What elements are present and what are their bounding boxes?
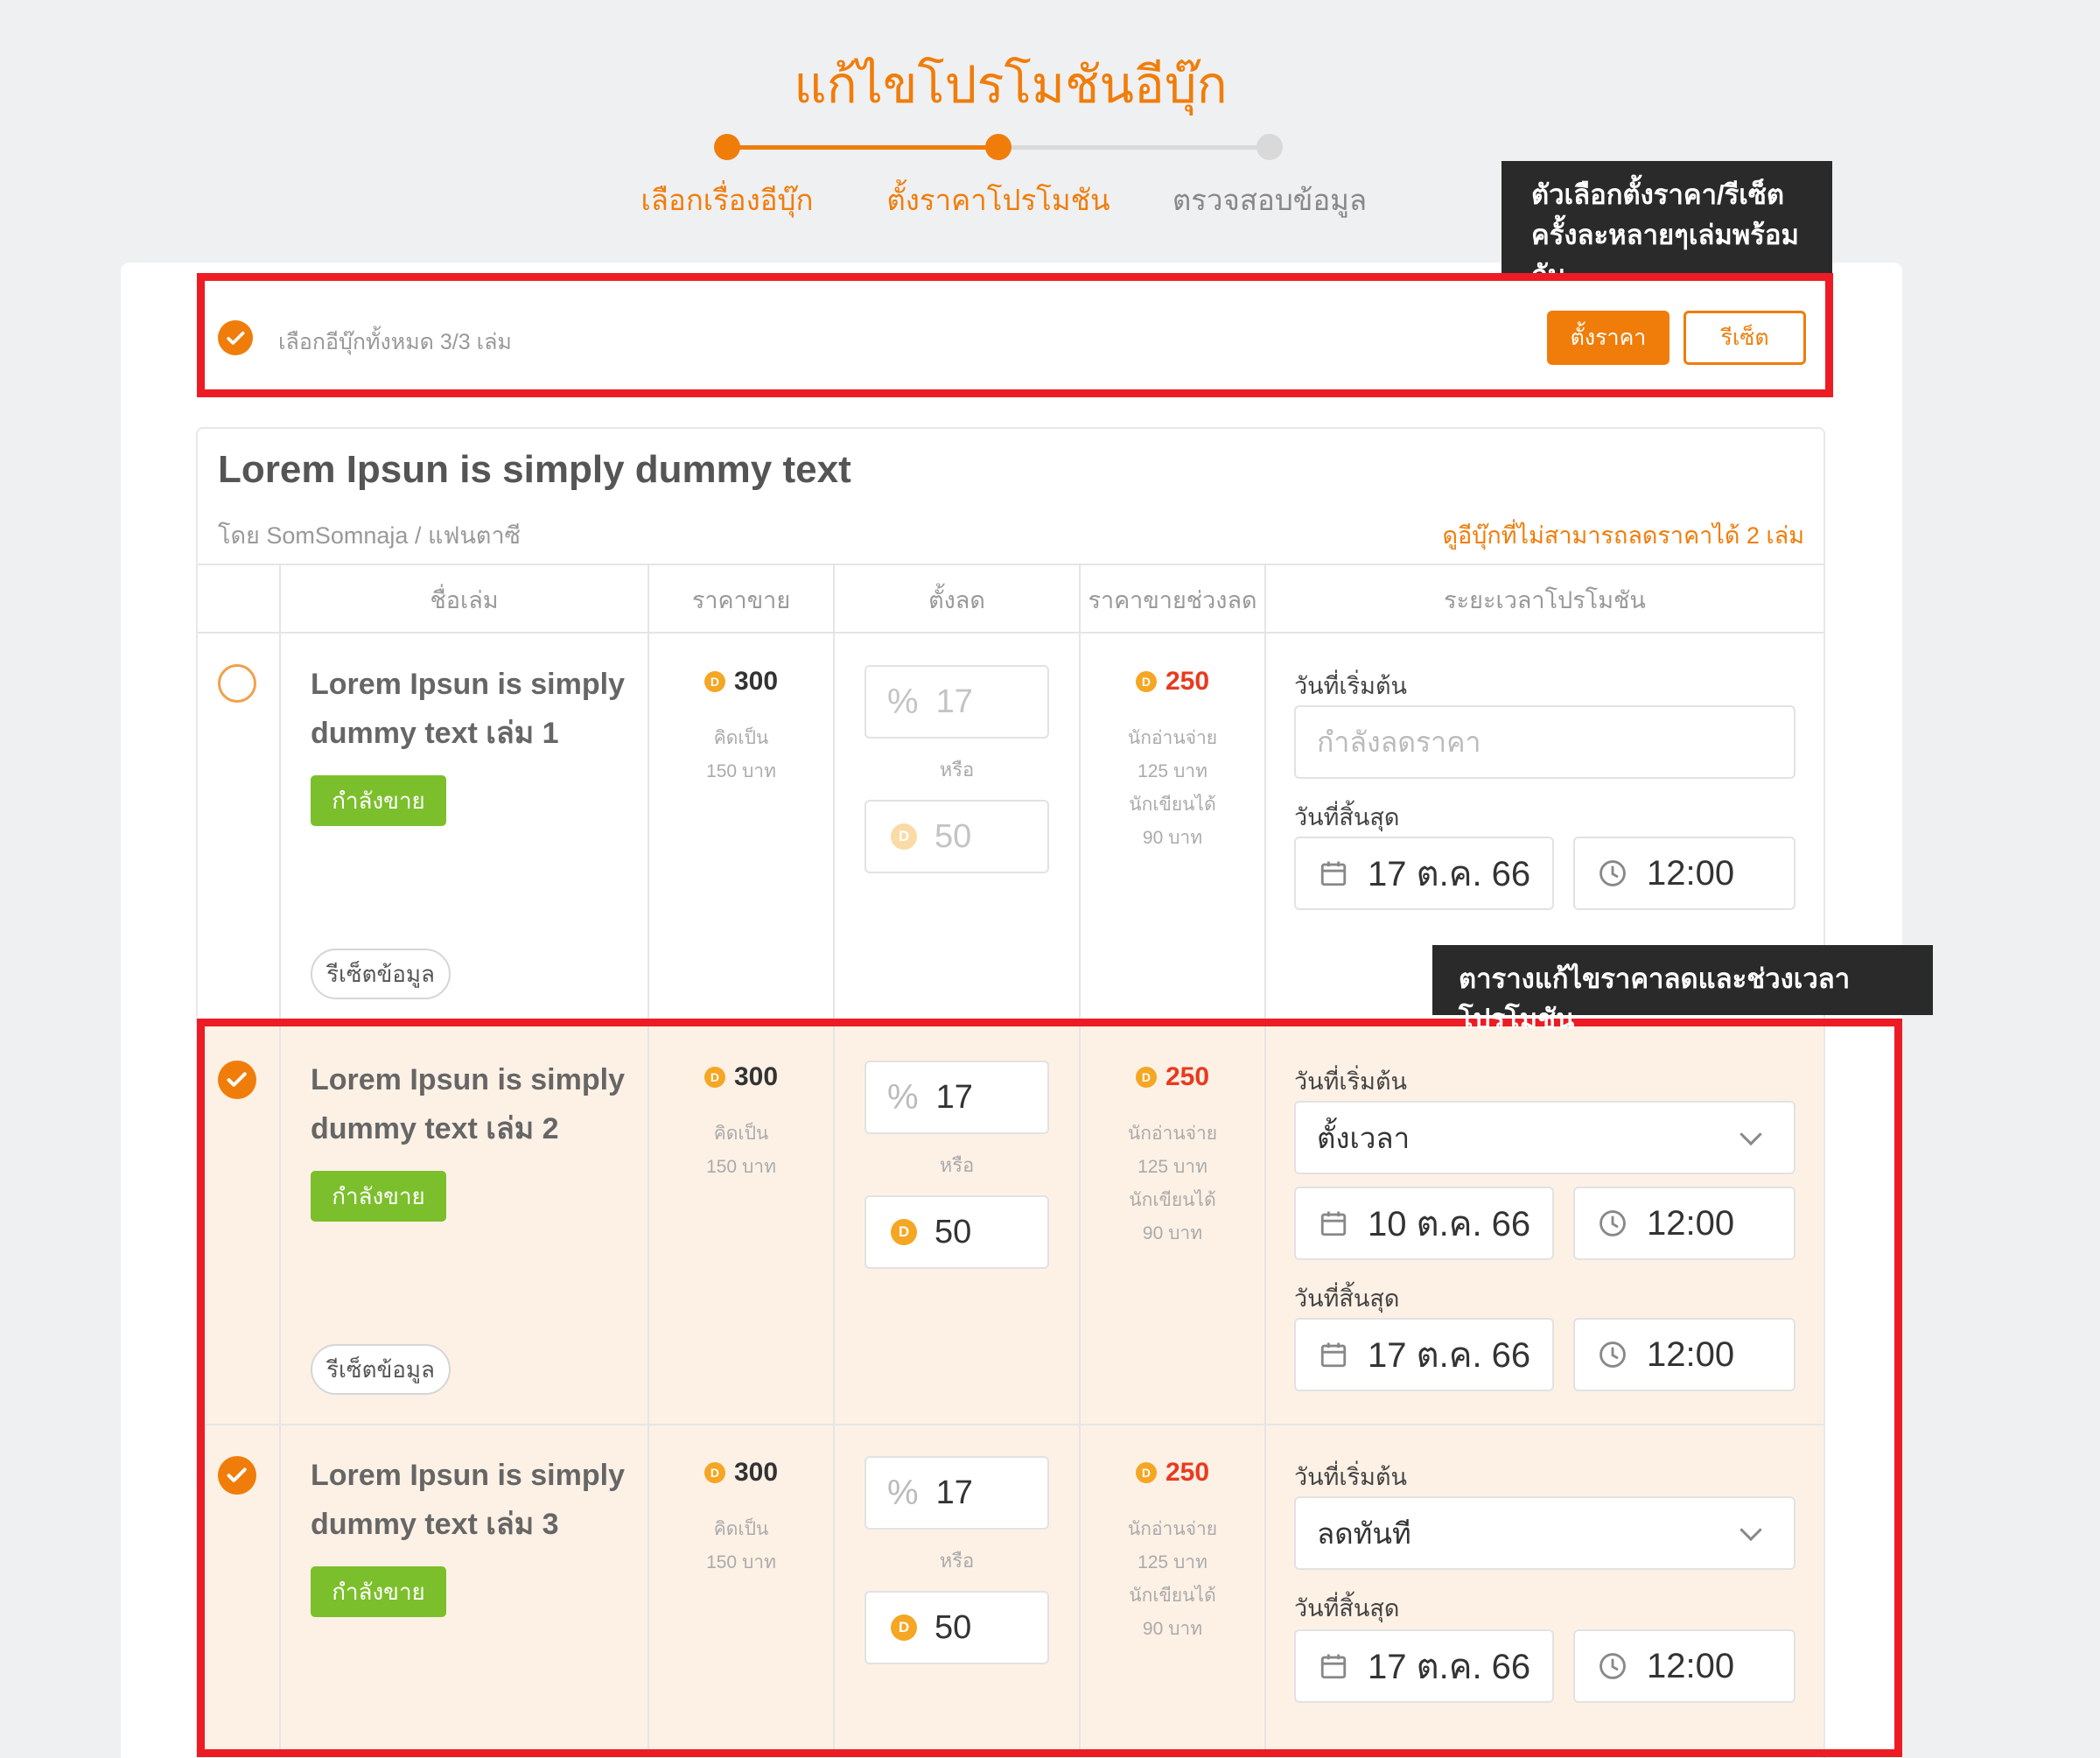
bulk-options-annotation: ตัวเลือกตั้งราคา/รีเซ็ต ครั้งละหลายๆเล่ม… [1502,161,1832,291]
row-1-price: D 300 [649,667,833,697]
row-1-sale-price: D 250 [1081,667,1264,697]
row-1-checkbox[interactable] [218,664,256,703]
row-1-start-status: กำลังลดราคา [1317,725,1481,758]
row-1-writer-baht: 90 บาท [1142,828,1203,848]
row-1-equiv-baht: 150 บาท [706,761,776,781]
row-1-discount-coin-value: 50 [934,817,972,855]
step-label-2[interactable]: ตั้งราคาโปรโมชัน [850,177,1147,223]
calendar-icon [1320,861,1347,886]
row-1-title-line2: dummy text เล่ม 1 [311,717,559,750]
page-title: แก้ไขโปรโมชันอีบุ๊ก [794,57,1228,114]
book-byline: โดย SomSomnaja / แฟนตาซี [218,522,521,549]
coin-icon: D [704,671,725,692]
step-label-1[interactable]: เลือกเรื่องอีบุ๊ก [578,177,876,223]
row-1-title-line1: Lorem Ipsun is simply [311,668,625,701]
row-1-price-equiv: คิดเป็น 150 บาท [649,722,833,788]
row-1-status-badge: กำลังขาย [311,775,446,826]
row-1-discount-percent-value: 17 [935,683,973,720]
row-1-reset-data-button[interactable]: รีเซ็ตข้อมูล [311,949,451,999]
bulk-bar-highlight [197,273,1833,397]
coin-icon: D [891,823,917,850]
row-1-discount-coin-input[interactable]: D 50 [864,800,1049,873]
row-1-end-label: วันที่สิ้นสุด [1294,804,1400,830]
row-1-start-label: วันที่เริ่มต้น [1294,673,1407,699]
step-dot-2 [985,134,1012,160]
row-1-end-date-value: 17 ต.ค. 66 [1368,855,1531,893]
col-header-discount: ตั้งลด [928,587,985,613]
reader-pays-label: นักอ่านจ่าย [1127,728,1218,748]
col-header-sale-price: ราคาขายช่วงลด [1088,587,1257,613]
row-1-sale-breakdown: นักอ่านจ่าย 125 บาท นักเขียนได้ 90 บาท [1081,722,1264,855]
coin-icon: D [1135,671,1157,692]
step-dot-1 [714,134,740,160]
row-1-reader-baht: 125 บาท [1138,761,1208,781]
row-1-start-field: กำลังลดราคา [1294,705,1796,779]
bulk-note-line1: ตัวเลือกตั้งราคา/รีเซ็ต [1531,179,1785,210]
writer-gets-label: นักเขียนได้ [1129,795,1216,815]
table-annotation: ตารางแก้ไขราคาลดและช่วงเวลาโปรโมชัน [1432,945,1933,1034]
table-rows-highlight [197,1019,1902,1757]
row-1-equiv-label: คิดเป็น [713,728,769,748]
book-title: Lorem Ipsun is simply dummy text [218,448,851,491]
step-dot-3 [1256,134,1283,160]
clock-icon [1600,860,1626,886]
row-1-sale-price-value: 250 [1165,667,1210,696]
progress-line-pending [998,145,1269,150]
non-discountable-link[interactable]: ดูอีบุ๊กที่ไม่สามารถลดราคาได้ 2 เล่ม [1365,516,1804,554]
col-header-price: ราคาขาย [691,587,791,613]
row-1-end-date-input[interactable]: 17 ต.ค. 66 [1294,837,1554,910]
row-1-title: Lorem Ipsun is simply dummy text เล่ม 1 [311,660,625,758]
col-header-period: ระยะเวลาโปรโมชัน [1444,587,1646,613]
row-1-price-value: 300 [733,667,779,696]
col-header-title: ชื่อเล่ม [430,587,499,613]
table-header-top-line [198,564,1824,565]
row-1-end-time-input[interactable]: 12:00 [1573,837,1796,910]
percent-icon: % [887,682,919,721]
progress-line-done [726,145,998,150]
row-1-discount-percent-input[interactable]: % 17 [864,665,1049,739]
row-1-end-time-value: 12:00 [1647,853,1735,893]
table-header-bottom-line [198,632,1824,634]
step-label-3: ตรวจสอบข้อมูล [1172,184,1368,216]
row-1-or-label: หรือ [939,759,975,781]
